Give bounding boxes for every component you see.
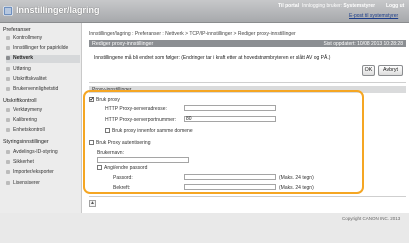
sidebar-item-usability[interactable]: Brukervennlighetstid — [6, 86, 80, 94]
bullet-icon — [6, 127, 10, 132]
app-title: Innstillinger/lagring — [16, 5, 100, 15]
set-password-label: Angi/endre passord — [104, 165, 148, 171]
bottom-divider — [89, 196, 406, 197]
bullet-icon — [6, 169, 10, 174]
breadcrumb[interactable]: Innstillinger/lagring : Preferanser : Ne… — [89, 31, 296, 37]
sidebar-item-paper-source[interactable]: Innstillinger for papirkilde — [6, 45, 80, 53]
sidebar-item-calibration[interactable]: Kalibrering — [6, 117, 80, 125]
bullet-icon — [6, 76, 10, 81]
ok-button[interactable]: OK — [362, 65, 375, 76]
same-domain-checkbox[interactable] — [105, 128, 110, 133]
scroll-to-top-icon[interactable]: ▲ — [89, 200, 96, 207]
sidebar-item-output[interactable]: Utføring — [6, 66, 80, 74]
logout-link[interactable]: Logg ut — [386, 3, 404, 9]
set-password-checkbox[interactable] — [97, 165, 102, 170]
sidebar-heading-management: Styringsinnstillinger — [3, 139, 49, 145]
bullet-icon — [6, 117, 10, 122]
proxy-auth-checkbox[interactable] — [89, 140, 94, 145]
confirm-password-hint: (Maks. 24 tegn) — [279, 185, 314, 191]
divider — [89, 82, 406, 83]
settings-app-icon — [3, 6, 13, 16]
bullet-icon — [6, 55, 10, 60]
sidebar-heading-preferences: Preferanser — [3, 27, 31, 33]
cancel-button[interactable]: Avbryt — [378, 65, 403, 76]
bullet-icon — [6, 45, 10, 50]
http-proxy-port-label: HTTP Proxy-serverportnummer: — [105, 117, 177, 123]
bullet-icon — [6, 66, 10, 71]
sidebar-item-security[interactable]: Sikkerhet — [6, 159, 80, 167]
portal-link[interactable]: Til portal — [278, 3, 299, 9]
proxy-auth-label: Bruk Proxy autentisering — [96, 140, 151, 146]
http-proxy-port-input[interactable]: 80 — [184, 116, 276, 122]
sidebar-item-department-id[interactable]: Avdelings-ID-styring — [6, 149, 80, 157]
top-bar: Innstillinger/lagring Til portal Innlogg… — [0, 0, 409, 23]
page-title: Rediger proxy-innstillinger — [92, 40, 154, 47]
confirm-password-label: Bekreft: — [113, 185, 131, 191]
password-label: Passord: — [113, 175, 133, 181]
login-user: Systemstyrer — [343, 3, 376, 9]
bullet-icon — [6, 86, 10, 91]
email-administrator-link[interactable]: E-post til systemstyrer — [349, 13, 398, 19]
http-proxy-address-label: HTTP Proxy-serveradresse: — [105, 106, 167, 112]
username-input[interactable] — [97, 157, 189, 163]
last-updated: Sist oppdatert: 10/08 2013 10:28:28 — [323, 40, 403, 47]
bullet-icon — [6, 180, 10, 185]
login-prefix: Innlogging bruker: — [302, 3, 344, 9]
instruction-text: Innstillingene må bli endret som følger:… — [94, 55, 331, 61]
sidebar-item-import-export[interactable]: Importer/eksporter — [6, 169, 80, 177]
username-label: Brukernavn: — [97, 150, 124, 156]
same-domain-label: Bruk proxy innenfor samme domene — [112, 128, 193, 134]
sidebar-item-network[interactable]: Nettverk — [6, 55, 80, 63]
bullet-icon — [6, 149, 10, 154]
sidebar-item-tool-menu[interactable]: Verktøymeny — [6, 107, 80, 115]
sidebar-heading-print-control: Utskriftkontroll — [3, 98, 37, 104]
login-info: Innlogging bruker: Systemstyrer — [302, 3, 375, 9]
confirm-password-input[interactable] — [184, 184, 276, 190]
bullet-icon — [6, 107, 10, 112]
password-hint: (Maks. 24 tegn) — [279, 175, 314, 181]
http-proxy-address-input[interactable] — [184, 105, 276, 111]
sidebar-item-license[interactable]: Lisensiserer — [6, 180, 80, 188]
use-proxy-checkbox[interactable] — [89, 96, 95, 103]
sidebar-item-print-quality[interactable]: Utskriftskvalitet — [6, 76, 80, 84]
bullet-icon — [6, 159, 10, 164]
sidebar-item-device-control[interactable]: Enhetskontroll — [6, 127, 80, 135]
sidebar-item-control-menu[interactable]: Kontrollmeny — [6, 35, 80, 43]
copyright-text: Copyright CANON INC. 2013 — [342, 216, 401, 221]
page-title-bar: Rediger proxy-innstillinger Sist oppdate… — [89, 40, 406, 47]
use-proxy-label: Bruk proxy — [96, 97, 120, 103]
bullet-icon — [6, 35, 10, 40]
password-input[interactable] — [184, 174, 276, 180]
